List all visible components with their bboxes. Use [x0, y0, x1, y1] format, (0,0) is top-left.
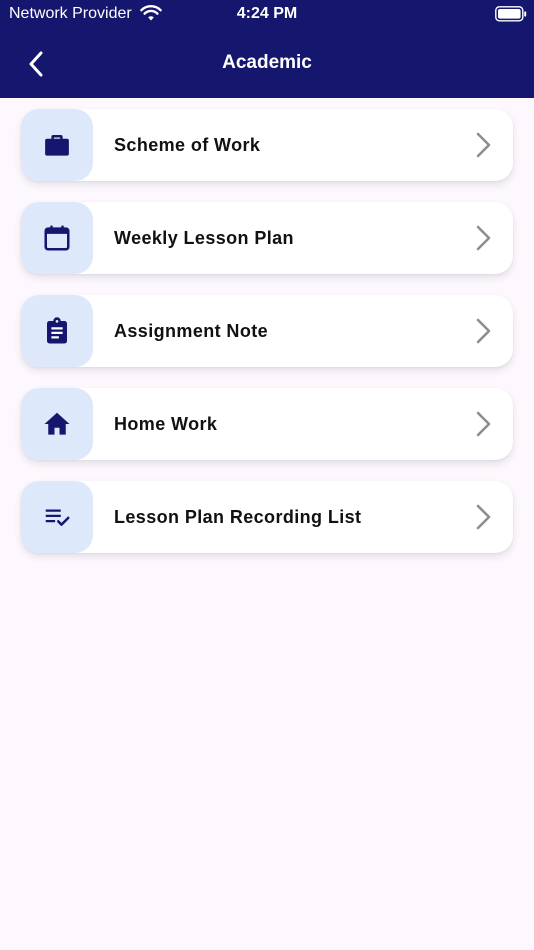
chevron-right-icon: [476, 318, 491, 344]
app-header: Network Provider 4:24 PM Academic: [0, 0, 534, 98]
page-title: Academic: [222, 52, 312, 73]
status-time: 4:24 PM: [236, 5, 298, 22]
navigation-bar: Academic: [0, 38, 534, 88]
menu-icon-box: [21, 295, 93, 367]
menu-icon-box: [21, 202, 93, 274]
chevron-right-icon: [476, 504, 491, 530]
home-icon: [44, 412, 70, 435]
status-bar: Network Provider 4:24 PM: [0, 0, 534, 28]
menu-item-assignment-note[interactable]: Assignment Note: [21, 295, 513, 367]
menu-item-lesson-plan-recording-list[interactable]: Lesson Plan Recording List: [21, 481, 513, 553]
menu-item-scheme-of-work[interactable]: Scheme of Work: [21, 109, 513, 181]
chevron-right-icon: [476, 225, 491, 251]
menu-item-label: Lesson Plan Recording List: [114, 507, 362, 527]
battery-full-icon: [495, 6, 527, 22]
briefcase-icon: [45, 135, 69, 156]
academic-menu-list: Scheme of Work Weekly Lesson Plan Assign…: [21, 109, 513, 574]
menu-item-label: Weekly Lesson Plan: [114, 228, 294, 248]
checklist-icon: [45, 509, 70, 526]
calendar-icon: [44, 225, 70, 251]
menu-icon-box: [21, 109, 93, 181]
menu-item-home-work[interactable]: Home Work: [21, 388, 513, 460]
chevron-right-icon: [476, 132, 491, 158]
menu-item-label: Home Work: [114, 414, 218, 434]
menu-item-label: Scheme of Work: [114, 135, 261, 155]
menu-item-label: Assignment Note: [114, 321, 269, 341]
menu-item-weekly-lesson-plan[interactable]: Weekly Lesson Plan: [21, 202, 513, 274]
chevron-right-icon: [476, 411, 491, 437]
menu-icon-box: [21, 481, 93, 553]
menu-icon-box: [21, 388, 93, 460]
clipboard-icon: [47, 317, 67, 344]
